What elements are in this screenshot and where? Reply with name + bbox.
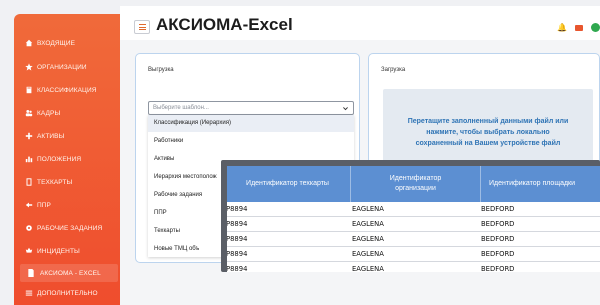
table-cell: IP8894: [227, 220, 248, 228]
table-row: IP8894 EAGLENA BEDFORD: [227, 217, 600, 232]
sidebar-item-organizations[interactable]: ОРГАНИЗАЦИИ: [24, 60, 87, 74]
sidebar-item-assets[interactable]: АКТИВЫ: [24, 129, 64, 143]
table-cell: BEDFORD: [481, 220, 515, 228]
star-icon: [24, 63, 33, 72]
import-card-title: Загрузка: [381, 67, 406, 73]
table-cell: IP8894: [227, 265, 248, 272]
card-icon: [24, 178, 33, 187]
book-icon: [24, 86, 33, 95]
table-cell: EAGLENA: [352, 205, 384, 213]
drop-zone-line: нажмите, чтобы выбрать локально: [426, 129, 550, 136]
drop-zone-line: Перетащите заполненный данными файл или: [407, 118, 569, 125]
sidebar-item-label: ИНЦИДЕНТЫ: [37, 247, 80, 255]
sidebar-item-ppr[interactable]: ППР: [24, 198, 51, 212]
column-header: Идентификатор площадки: [489, 180, 576, 187]
menu-toggle-button[interactable]: [134, 20, 150, 34]
sidebar-item-work-orders[interactable]: РАБОЧИЕ ЗАДАНИЯ: [24, 221, 102, 235]
sidebar-item-label: ДОПОЛНИТЕЛЬНО: [37, 289, 98, 297]
table-cell: IP8894: [227, 205, 248, 213]
dropdown-option[interactable]: Классификация (Иерархия): [148, 115, 354, 132]
sidebar-item-incidents[interactable]: ИНЦИДЕНТЫ: [24, 244, 80, 258]
table-cell: IP8894: [227, 235, 248, 243]
user-status-icon[interactable]: [591, 23, 600, 32]
excel-file-icon: [26, 267, 36, 279]
hamburger-line: [138, 24, 146, 25]
bell-icon[interactable]: 🔔: [557, 23, 567, 32]
sidebar-item-label: АКТИВЫ: [37, 132, 65, 140]
table-header-row: Идентификатор техкарты Идентификатор орг…: [227, 166, 600, 202]
sidebar-item-label: АКСИОМА - EXCEL: [40, 269, 101, 277]
page-title: АКСИОМА-Excel: [156, 15, 293, 34]
sidebar: ВХОДЯЩИЕ ОРГАНИЗАЦИИ КЛАССИФИКАЦИЯ КАДРЫ…: [14, 14, 120, 305]
table-cell: EAGLENA: [352, 250, 384, 258]
sidebar-item-label: ТЕХКАРТЫ: [37, 178, 73, 186]
hamburger-line: [138, 29, 146, 30]
column-header: Идентификатор техкарты: [227, 166, 351, 202]
drop-zone-line: сохраненный на Вашем устройстве файл: [415, 140, 561, 147]
table-row: IP8894 EAGLENA BEDFORD: [227, 262, 600, 272]
bars-icon: [24, 155, 33, 164]
people-icon: [24, 109, 33, 118]
sidebar-item-axioma-excel[interactable]: АКСИОМА - EXCEL: [20, 264, 118, 282]
dropdown-option[interactable]: Работники: [148, 133, 354, 150]
plus-icon: [24, 132, 33, 141]
app-frame: ВХОДЯЩИЕ ОРГАНИЗАЦИИ КЛАССИФИКАЦИЯ КАДРЫ…: [0, 0, 600, 305]
table-cell: EAGLENA: [352, 220, 384, 228]
table-cell: IP8894: [227, 250, 248, 258]
table-cell: EAGLENA: [352, 265, 384, 272]
home-icon: [24, 39, 33, 48]
table-cell: BEDFORD: [481, 235, 515, 243]
alert-icon: [24, 247, 33, 256]
export-card-title: Выгрузка: [148, 67, 174, 73]
sidebar-item-label: ПОЛОЖЕНИЯ: [37, 155, 82, 163]
sidebar-item-label: КАДРЫ: [37, 109, 61, 117]
sidebar-item-label: КЛАССИФИКАЦИЯ: [37, 86, 97, 94]
video-icon[interactable]: [575, 24, 583, 31]
file-drop-zone[interactable]: Перетащите заполненный данными файл или …: [383, 89, 593, 169]
sidebar-item-classification[interactable]: КЛАССИФИКАЦИЯ: [24, 83, 97, 97]
template-select[interactable]: Выберите шаблон...: [148, 101, 354, 115]
hamburger-line: [138, 26, 146, 28]
sidebar-item-label: ВХОДЯЩИЕ: [37, 39, 76, 47]
sidebar-item-label: ОРГАНИЗАЦИИ: [37, 63, 87, 71]
preview-table-overlay: Идентификатор техкарты Идентификатор орг…: [221, 160, 600, 272]
table-row: IP8894 EAGLENA BEDFORD: [227, 202, 600, 217]
menu-icon: [24, 289, 33, 298]
template-select-placeholder: Выберите шаблон...: [153, 105, 209, 111]
column-header: Идентификатор организации: [351, 166, 481, 202]
sidebar-item-positions[interactable]: ПОЛОЖЕНИЯ: [24, 152, 81, 166]
top-bar: АКСИОМА-Excel 🔔: [120, 6, 600, 40]
arrow-icon: [24, 201, 33, 210]
header-icons: 🔔: [557, 23, 600, 32]
sidebar-item-inbox[interactable]: ВХОДЯЩИЕ: [24, 36, 75, 50]
preview-table: Идентификатор техкарты Идентификатор орг…: [227, 166, 600, 272]
sidebar-item-label: ППР: [37, 201, 51, 209]
gear-icon: [24, 224, 33, 233]
chevron-down-icon: [343, 107, 348, 111]
table-cell: BEDFORD: [481, 265, 515, 272]
table-cell: BEDFORD: [481, 250, 515, 258]
table-row: IP8894 EAGLENA BEDFORD: [227, 232, 600, 247]
sidebar-item-additional[interactable]: ДОПОЛНИТЕЛЬНО: [24, 286, 98, 300]
sidebar-item-tech-cards[interactable]: ТЕХКАРТЫ: [24, 175, 72, 189]
sidebar-item-label: РАБОЧИЕ ЗАДАНИЯ: [37, 224, 103, 232]
table-cell: EAGLENA: [352, 235, 384, 243]
sidebar-item-personnel[interactable]: КАДРЫ: [24, 106, 60, 120]
drop-zone-text: Перетащите заполненный данными файл или …: [383, 116, 593, 149]
table-cell: BEDFORD: [481, 205, 515, 213]
table-row: IP8894 EAGLENA BEDFORD: [227, 247, 600, 262]
